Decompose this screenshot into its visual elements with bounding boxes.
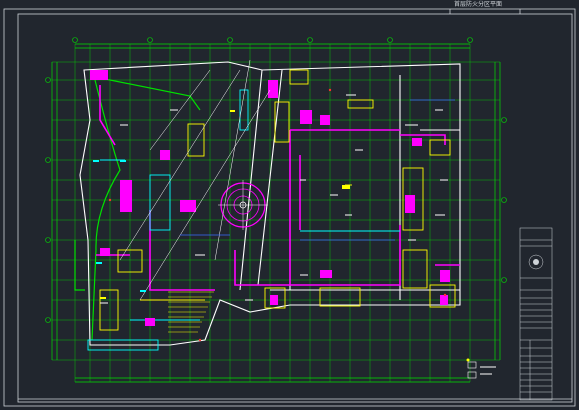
title-block-logo xyxy=(533,259,539,265)
circular-atrium xyxy=(218,180,268,230)
title-block xyxy=(519,227,553,401)
floor-plan-svg xyxy=(3,8,576,407)
blue-lines xyxy=(180,99,455,241)
cad-drawing-canvas[interactable]: 首层防火分区平面 xyxy=(0,0,579,410)
north-marker xyxy=(466,358,470,362)
fire-zone-boundary xyxy=(96,85,460,291)
room-label-marks xyxy=(100,94,496,375)
stair-hatching xyxy=(168,291,214,333)
yellow-text-marks xyxy=(100,110,350,299)
legend xyxy=(467,361,477,379)
